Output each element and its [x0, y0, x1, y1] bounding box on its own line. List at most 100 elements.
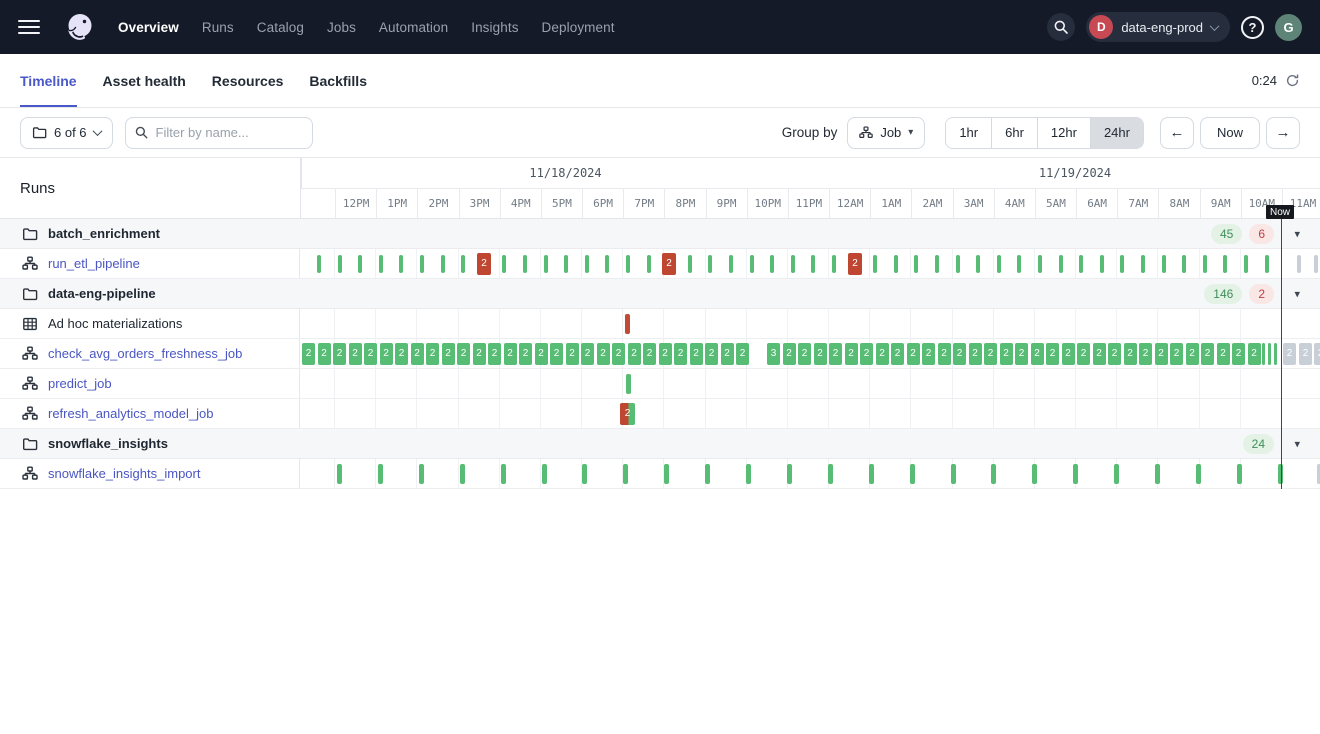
run-box-green[interactable]: 2 — [597, 343, 610, 365]
nav-item-runs[interactable]: Runs — [202, 20, 234, 35]
run-box-green[interactable]: 2 — [829, 343, 842, 365]
run-box-green[interactable]: 2 — [1062, 343, 1075, 365]
run-tick-green[interactable] — [1100, 255, 1104, 273]
run-box-green[interactable]: 2 — [333, 343, 346, 365]
run-box-green[interactable]: 2 — [1248, 343, 1261, 365]
run-box-green[interactable]: 2 — [938, 343, 951, 365]
help-icon[interactable]: ? — [1241, 16, 1264, 39]
run-box-green[interactable]: 2 — [1217, 343, 1230, 365]
repo-filter-button[interactable]: 6 of 6 — [20, 117, 113, 149]
run-tick-green[interactable] — [1244, 255, 1248, 273]
run-tick-green[interactable] — [647, 255, 651, 273]
tab-backfills[interactable]: Backfills — [309, 54, 367, 107]
run-tick-green[interactable] — [1141, 255, 1145, 273]
run-box-green[interactable]: 2 — [1139, 343, 1152, 365]
run-box-green[interactable]: 2 — [1046, 343, 1059, 365]
job-name-link[interactable]: run_etl_pipeline — [48, 256, 140, 271]
run-tick-red[interactable] — [625, 314, 630, 334]
group-row-label[interactable]: data-eng-pipeline — [0, 279, 300, 308]
run-tick-green[interactable] — [1155, 464, 1160, 484]
run-tick-green[interactable] — [358, 255, 362, 273]
job-name-link[interactable]: snowflake_insights_import — [48, 466, 200, 481]
run-box-green[interactable]: 2 — [1170, 343, 1183, 365]
run-tick-green[interactable] — [750, 255, 754, 273]
range-1hr[interactable]: 1hr — [946, 118, 991, 148]
run-box-green[interactable]: 2 — [457, 343, 470, 365]
run-box-green[interactable]: 2 — [907, 343, 920, 365]
nav-item-automation[interactable]: Automation — [379, 20, 448, 35]
run-box-green[interactable]: 2 — [1186, 343, 1199, 365]
run-box-green[interactable]: 2 — [860, 343, 873, 365]
run-box-green[interactable]: 2 — [1015, 343, 1028, 365]
user-avatar[interactable]: G — [1275, 14, 1302, 41]
run-tick-green[interactable] — [1114, 464, 1119, 484]
run-box-green[interactable]: 2 — [690, 343, 703, 365]
nav-item-jobs[interactable]: Jobs — [327, 20, 356, 35]
group-row-label[interactable]: batch_enrichment — [0, 219, 300, 248]
run-tick-green[interactable] — [1059, 255, 1063, 273]
run-box-green[interactable]: 2 — [519, 343, 532, 365]
run-box-red[interactable]: 2 — [662, 253, 676, 275]
run-tick-green[interactable] — [626, 255, 630, 273]
run-tick-green[interactable] — [791, 255, 795, 273]
run-box-green[interactable]: 2 — [1031, 343, 1044, 365]
job-name-link[interactable]: refresh_analytics_model_job — [48, 406, 213, 421]
run-tick-green[interactable] — [935, 255, 939, 273]
run-box-green[interactable]: 2 — [535, 343, 548, 365]
run-tick-green[interactable] — [787, 464, 792, 484]
run-box-green[interactable]: 3 — [767, 343, 780, 365]
run-box-green[interactable]: 2 — [1108, 343, 1121, 365]
run-tick-green[interactable] — [1073, 464, 1078, 484]
run-box-green[interactable]: 2 — [705, 343, 718, 365]
run-tick-green[interactable] — [832, 255, 836, 273]
range-12hr[interactable]: 12hr — [1037, 118, 1090, 148]
run-tick-green[interactable] — [910, 464, 915, 484]
expand-caret-icon[interactable]: ▾ — [1294, 287, 1300, 300]
run-box-gray[interactable]: 2 — [1299, 343, 1312, 365]
run-box-green[interactable]: 2 — [504, 343, 517, 365]
run-box-green[interactable]: 2 — [1077, 343, 1090, 365]
run-tick-green[interactable] — [1182, 255, 1186, 273]
run-tick-green[interactable] — [564, 255, 568, 273]
run-box-green[interactable]: 2 — [628, 343, 641, 365]
run-tick-green[interactable] — [419, 464, 424, 484]
run-tick-green[interactable] — [460, 464, 465, 484]
search-icon[interactable] — [1047, 13, 1075, 41]
run-tick-green[interactable] — [379, 255, 383, 273]
run-tick-green[interactable] — [441, 255, 445, 273]
run-box-green[interactable]: 2 — [581, 343, 594, 365]
run-box-green[interactable]: 2 — [643, 343, 656, 365]
run-tick-green[interactable] — [623, 464, 628, 484]
run-tick-green[interactable] — [951, 464, 956, 484]
run-tick-green[interactable] — [461, 255, 465, 273]
run-box-green[interactable]: 2 — [798, 343, 811, 365]
dagster-logo[interactable] — [62, 9, 98, 45]
run-tick-green[interactable] — [544, 255, 548, 273]
run-box-green[interactable]: 2 — [411, 343, 424, 365]
run-box-green[interactable]: 2 — [442, 343, 455, 365]
run-box-green[interactable]: 2 — [953, 343, 966, 365]
run-tick-green[interactable] — [1262, 343, 1265, 365]
run-box-red[interactable]: 2 — [477, 253, 491, 275]
run-tick-green[interactable] — [501, 464, 506, 484]
run-tick-green[interactable] — [626, 374, 631, 394]
run-tick-green[interactable] — [770, 255, 774, 273]
run-tick-green[interactable] — [688, 255, 692, 273]
run-tick-green[interactable] — [811, 255, 815, 273]
run-box-green[interactable]: 2 — [1155, 343, 1168, 365]
job-name-link[interactable]: check_avg_orders_freshness_job — [48, 346, 242, 361]
run-tick-green[interactable] — [1038, 255, 1042, 273]
run-box-gray[interactable]: 2 — [1283, 343, 1296, 365]
nav-item-overview[interactable]: Overview — [118, 20, 179, 35]
run-box-green[interactable]: 2 — [612, 343, 625, 365]
range-6hr[interactable]: 6hr — [991, 118, 1037, 148]
run-tick-green[interactable] — [664, 464, 669, 484]
run-box-green[interactable]: 2 — [488, 343, 501, 365]
run-box-green[interactable]: 2 — [395, 343, 408, 365]
run-tick-green[interactable] — [317, 255, 321, 273]
run-tick-green[interactable] — [1196, 464, 1201, 484]
run-tick-green[interactable] — [828, 464, 833, 484]
workspace-switcher[interactable]: D data-eng-prod — [1086, 12, 1230, 42]
run-box-green[interactable]: 2 — [318, 343, 331, 365]
run-tick-green[interactable] — [582, 464, 587, 484]
